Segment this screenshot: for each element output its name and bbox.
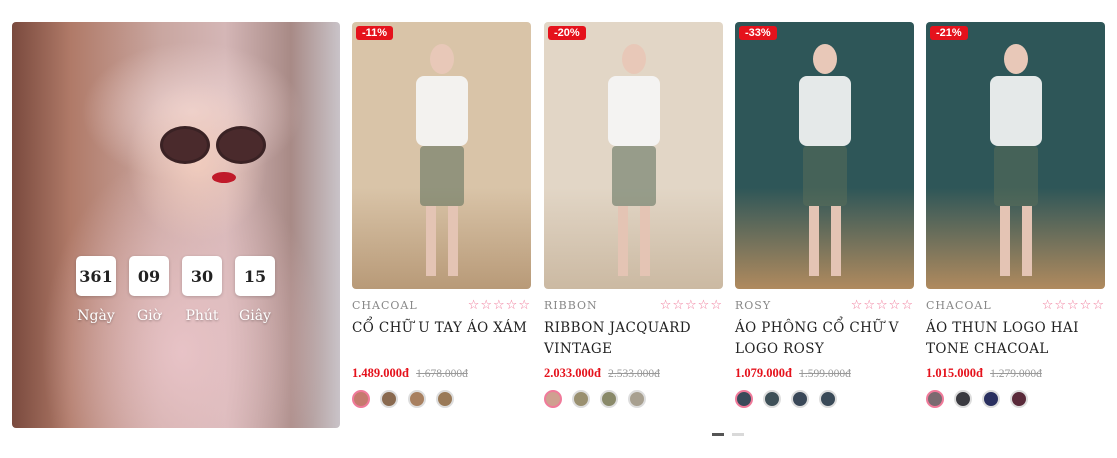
promo-banner[interactable]: 361 Ngày 09 Giờ 30 Phút 15 Giây (12, 22, 340, 428)
product-name[interactable]: ÁO PHÔNG CỔ CHỮ V LOGO ROSY (735, 318, 914, 360)
countdown-hours: 09 Giờ (129, 256, 169, 324)
product-name[interactable]: CỔ CHỮ U TAY ÁO XÁM (352, 318, 531, 360)
carousel-pagination (712, 433, 744, 436)
model-sunglasses (160, 126, 270, 164)
original-price: 1.678.000đ (416, 368, 468, 380)
sale-price: 1.489.000đ (352, 366, 409, 380)
countdown-days-value: 361 (76, 256, 116, 296)
discount-badge: -20% (548, 26, 586, 40)
discount-badge: -21% (930, 26, 968, 40)
countdown-hours-value: 09 (129, 256, 169, 296)
color-swatch[interactable] (954, 390, 972, 408)
color-swatch[interactable] (982, 390, 1000, 408)
rating-stars: ☆☆☆☆☆ (1041, 297, 1105, 313)
product-image[interactable]: -11% (352, 22, 531, 289)
color-swatch[interactable] (544, 390, 562, 408)
countdown-days-label: Ngày (77, 308, 115, 324)
countdown-minutes-label: Phút (185, 308, 219, 324)
sale-price: 1.079.000đ (735, 366, 792, 380)
product-brand: RIBBON (544, 298, 598, 312)
sale-price: 2.033.000đ (544, 366, 601, 380)
color-swatch[interactable] (572, 390, 590, 408)
color-swatches (926, 390, 1105, 408)
product-image[interactable]: -33% (735, 22, 914, 289)
color-swatch[interactable] (408, 390, 426, 408)
original-price: 1.599.000đ (799, 368, 851, 380)
product-image[interactable]: -21% (926, 22, 1105, 289)
color-swatches (544, 390, 723, 408)
countdown-minutes: 30 Phút (182, 256, 222, 324)
color-swatch[interactable] (436, 390, 454, 408)
product-card[interactable]: -11% CHACOAL ☆☆☆☆☆ CỔ CHỮ U TAY ÁO XÁM 1… (352, 22, 531, 408)
countdown-minutes-value: 30 (182, 256, 222, 296)
product-brand: CHACOAL (926, 298, 992, 312)
product-name[interactable]: ÁO THUN LOGO HAI TONE CHACOAL (926, 318, 1105, 360)
discount-badge: -33% (739, 26, 777, 40)
color-swatch[interactable] (735, 390, 753, 408)
color-swatch[interactable] (791, 390, 809, 408)
sale-price: 1.015.000đ (926, 366, 983, 380)
product-brand: CHACOAL (352, 298, 418, 312)
product-card[interactable]: -21% CHACOAL ☆☆☆☆☆ ÁO THUN LOGO HAI TONE… (926, 22, 1105, 408)
rating-stars: ☆☆☆☆☆ (467, 297, 531, 313)
rating-stars: ☆☆☆☆☆ (850, 297, 914, 313)
countdown-seconds-label: Giây (239, 308, 271, 324)
color-swatch[interactable] (600, 390, 618, 408)
countdown-seconds-value: 15 (235, 256, 275, 296)
original-price: 1.279.000đ (990, 368, 1042, 380)
color-swatch[interactable] (628, 390, 646, 408)
rating-stars: ☆☆☆☆☆ (659, 297, 723, 313)
countdown-seconds: 15 Giây (235, 256, 275, 324)
color-swatch[interactable] (926, 390, 944, 408)
original-price: 2.533.000đ (608, 368, 660, 380)
color-swatches (352, 390, 531, 408)
color-swatch[interactable] (352, 390, 370, 408)
model-lips (212, 172, 236, 183)
color-swatch[interactable] (1010, 390, 1028, 408)
carousel-dot-1[interactable] (712, 433, 724, 436)
countdown-hours-label: Giờ (136, 308, 162, 324)
color-swatch[interactable] (819, 390, 837, 408)
product-card[interactable]: -20% RIBBON ☆☆☆☆☆ RIBBON JACQUARD VINTAG… (544, 22, 723, 408)
countdown-timer: 361 Ngày 09 Giờ 30 Phút 15 Giây (76, 256, 275, 324)
product-name[interactable]: RIBBON JACQUARD VINTAGE (544, 318, 723, 360)
discount-badge: -11% (356, 26, 394, 40)
countdown-days: 361 Ngày (76, 256, 116, 324)
carousel-dot-2[interactable] (732, 433, 744, 436)
color-swatches (735, 390, 914, 408)
product-card[interactable]: -33% ROSY ☆☆☆☆☆ ÁO PHÔNG CỔ CHỮ V LOGO R… (735, 22, 914, 408)
color-swatch[interactable] (763, 390, 781, 408)
product-image[interactable]: -20% (544, 22, 723, 289)
color-swatch[interactable] (380, 390, 398, 408)
product-brand: ROSY (735, 298, 772, 312)
